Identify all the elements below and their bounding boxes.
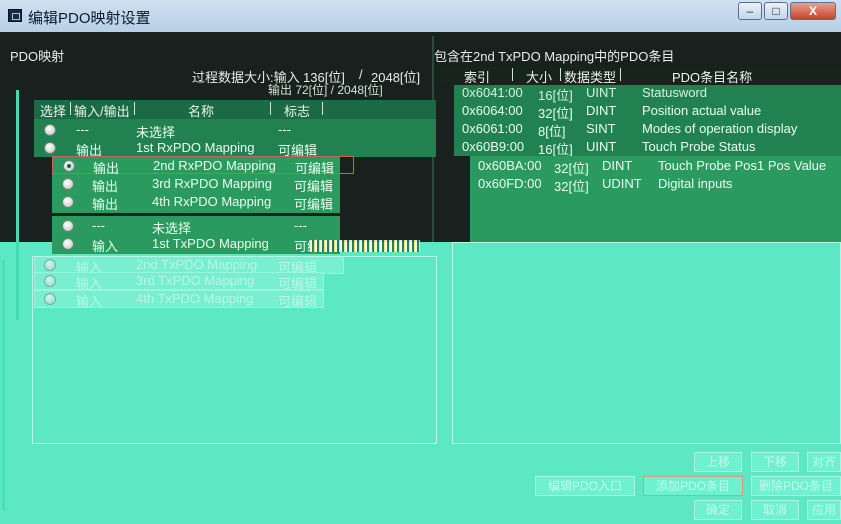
ok-button[interactable]: 确定	[694, 500, 742, 520]
row-flag: ---	[294, 218, 307, 233]
column-separator	[270, 102, 271, 115]
column-separator	[560, 68, 561, 81]
cell-index: 0x60BA:00	[478, 158, 542, 173]
table-row[interactable]: 0x6041:00 16[位] UINT Statusword	[454, 84, 841, 103]
window-title: 编辑PDO映射设置	[28, 10, 151, 27]
process-data-size-separator: /	[359, 67, 363, 82]
row-name: 1st TxPDO Mapping	[152, 236, 269, 251]
row-name: 2nd RxPDO Mapping	[153, 158, 276, 173]
col-name-header[interactable]: 名称	[188, 101, 214, 120]
pdo-entries-header: 包含在2nd TxPDO Mapping中的PDO条目	[434, 49, 675, 64]
output-size-overlap-text: 输出 72[位] / 2048[位]	[268, 83, 383, 97]
pdo-list-pane	[32, 256, 437, 444]
cancel-button[interactable]: 取消	[751, 500, 799, 520]
close-button[interactable]: X	[790, 2, 836, 20]
delete-pdo-entry-button[interactable]: 删除PDO条目	[751, 476, 841, 496]
row-name: 1st RxPDO Mapping	[136, 140, 255, 155]
cell-type: UINT	[586, 139, 617, 154]
move-up-button[interactable]: 上移	[694, 452, 742, 472]
cell-index: 0x60B9:00	[462, 139, 525, 154]
list-item[interactable]: 输入 1st TxPDO Mapping 可编辑	[52, 235, 340, 254]
row-flag: 可编辑	[294, 197, 334, 212]
row-io: 输出	[92, 197, 119, 212]
cell-type: UDINT	[602, 176, 642, 191]
col-io-header[interactable]: 输入/输出	[74, 101, 130, 120]
cell-name: Statusword	[642, 85, 708, 100]
cell-name: Position actual value	[642, 103, 762, 118]
list-item[interactable]: 输出 3rd RxPDO Mapping 可编辑	[52, 175, 340, 194]
list-item[interactable]: --- 未选择 ---	[52, 217, 340, 236]
list-item[interactable]: 输出 1st RxPDO Mapping 可编辑	[34, 139, 436, 158]
cell-index: 0x6041:00	[462, 85, 523, 100]
title-bar: 编辑PDO映射设置 – □ X	[0, 0, 841, 32]
radio-button[interactable]	[62, 238, 74, 250]
table-row[interactable]: 0x6064:00 32[位] DINT Position actual val…	[454, 102, 841, 121]
maximize-button[interactable]: □	[764, 2, 788, 20]
app-icon	[8, 9, 22, 22]
add-pdo-entry-button[interactable]: 添加PDO条目	[643, 476, 743, 496]
cell-type: DINT	[586, 103, 617, 118]
radio-button[interactable]	[44, 142, 56, 154]
cell-index: 0x6061:00	[462, 121, 523, 136]
list-item[interactable]: --- 未选择 ---	[34, 121, 436, 140]
radio-button-selected[interactable]	[63, 160, 75, 172]
radio-button[interactable]	[44, 124, 56, 136]
pdo-mapping-header: PDO映射	[10, 49, 65, 64]
cell-type: SINT	[586, 121, 616, 136]
cell-name: Touch Probe Status	[642, 139, 756, 154]
column-separator	[134, 102, 135, 115]
pdo-entries-pane	[452, 242, 841, 444]
column-separator	[620, 68, 621, 81]
row-io: ---	[92, 218, 105, 233]
cell-type: DINT	[602, 158, 633, 173]
cell-index: 0x60FD:00	[478, 176, 542, 191]
pdo-entries-header-row: 索引 大小 数据类型 PDO条目名称	[436, 66, 841, 85]
render-artifact	[310, 240, 420, 252]
align-button[interactable]: 对齐	[807, 452, 841, 472]
row-io: ---	[76, 122, 89, 137]
list-item[interactable]: 输出 4th RxPDO Mapping 可编辑	[52, 193, 340, 212]
column-separator	[70, 102, 71, 115]
radio-button[interactable]	[62, 178, 74, 190]
pdo-list-header: 选择 输入/输出 名称 标志	[34, 100, 436, 119]
edit-pdo-entry-button[interactable]: 编辑PDO入口	[535, 476, 635, 496]
radio-button[interactable]	[62, 220, 74, 232]
table-row[interactable]: 0x60B9:00 16[位] UINT Touch Probe Status	[454, 138, 841, 157]
cell-name: Digital inputs	[658, 176, 733, 191]
cell-index: 0x6064:00	[462, 103, 523, 118]
cell-type: UINT	[586, 85, 617, 100]
list-item-selected[interactable]: 输出 2nd RxPDO Mapping 可编辑	[52, 156, 354, 176]
table-row[interactable]: 0x60BA:00 32[位] DINT Touch Probe Pos1 Po…	[470, 157, 841, 176]
render-artifact	[16, 90, 19, 320]
cell-size: 32[位]	[554, 179, 589, 194]
move-down-button[interactable]: 下移	[751, 452, 799, 472]
radio-button[interactable]	[62, 196, 74, 208]
row-name: 3rd RxPDO Mapping	[152, 176, 272, 191]
column-separator	[322, 102, 323, 115]
render-artifact	[2, 260, 5, 510]
apply-button[interactable]: 应用	[807, 500, 841, 520]
table-row[interactable]: 0x6061:00 8[位] SINT Modes of operation d…	[454, 120, 841, 139]
col-flag-header[interactable]: 标志	[284, 101, 310, 120]
row-flag: ---	[278, 122, 291, 137]
cell-name: Modes of operation display	[642, 121, 798, 136]
minimize-button[interactable]: –	[738, 2, 762, 20]
column-separator	[512, 68, 513, 81]
row-io: 输入	[92, 239, 119, 254]
row-name: 4th RxPDO Mapping	[152, 194, 272, 209]
table-row[interactable]: 0x60FD:00 32[位] UDINT Digital inputs	[470, 175, 841, 194]
cell-name: Touch Probe Pos1 Pos Value	[658, 158, 827, 173]
col-select-header[interactable]: 选择	[40, 101, 66, 120]
